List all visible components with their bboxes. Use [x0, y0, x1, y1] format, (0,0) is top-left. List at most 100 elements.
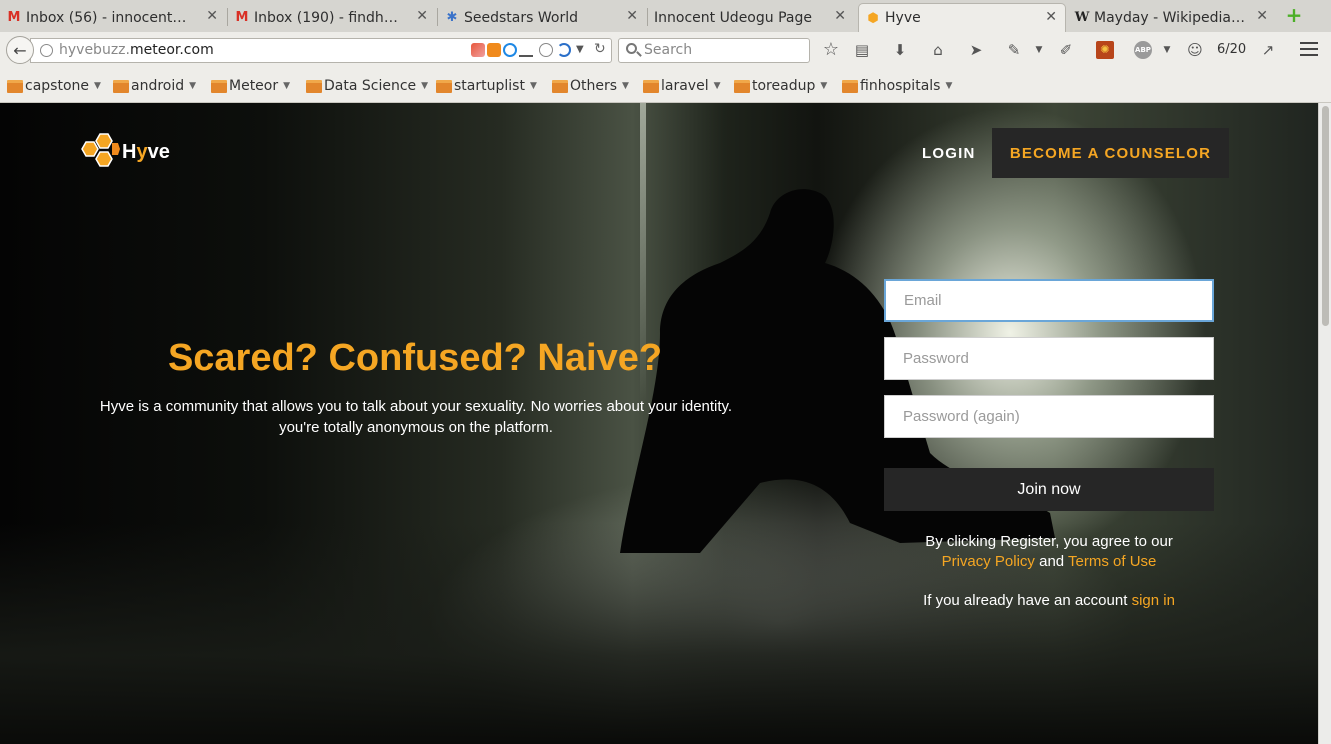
terms-text: By clicking Register, you agree to our — [925, 533, 1173, 550]
clock-icon[interactable] — [539, 43, 553, 57]
download-icon[interactable]: ⬇ — [891, 41, 909, 59]
eyedropper-icon[interactable]: ✎ — [1005, 41, 1023, 59]
scrollbar-thumb[interactable] — [1322, 106, 1329, 326]
tab-seedstars[interactable]: ✱ Seedstars World ✕ — [438, 3, 646, 32]
home-icon[interactable]: ⌂ — [929, 41, 947, 59]
chat-icon[interactable]: ☺ — [1186, 41, 1204, 59]
signin-prompt: If you already have an account sign in — [884, 592, 1214, 609]
chevron-down-icon: ▼ — [283, 81, 291, 91]
globe-icon — [40, 44, 53, 57]
gmail-icon: M — [235, 9, 249, 25]
folder-icon — [113, 79, 129, 93]
bookmark-label: Others — [570, 78, 618, 94]
bookmark-label: Data Science — [324, 78, 417, 94]
tab-strip: M Inbox (56) - innocent… ✕ M Inbox (190)… — [0, 0, 1331, 32]
chevron-down-icon: ▼ — [529, 81, 537, 91]
hamburger-menu-icon[interactable] — [1300, 42, 1318, 58]
arrow-left-icon: ← — [13, 40, 27, 60]
extension-icon[interactable] — [471, 43, 485, 57]
tab-mayday-wikipedia[interactable]: W Mayday - Wikipedia,… ✕ — [1068, 3, 1276, 32]
bookmark-label: android — [131, 78, 185, 94]
seedstars-icon: ✱ — [446, 9, 458, 25]
url-bar[interactable]: hyvebuzz.meteor.com ▼ ↻ — [30, 38, 612, 63]
tab-innocent-udeogu[interactable]: Innocent Udeogu Page ✕ — [648, 3, 854, 32]
bookmark-folder[interactable]: toreadup ▼ — [734, 78, 827, 94]
tab-label: Hyve — [885, 10, 921, 26]
privacy-policy-link[interactable]: Privacy Policy — [942, 553, 1035, 570]
chevron-down-icon: ▼ — [945, 81, 953, 91]
reload-icon[interactable]: ↻ — [594, 41, 606, 57]
close-icon[interactable]: ✕ — [1045, 9, 1057, 25]
bookmark-label: finhospitals — [860, 78, 941, 94]
power-icon[interactable] — [503, 43, 517, 57]
bookmark-star-icon[interactable]: ☆ — [822, 41, 840, 59]
gmail-icon: M — [7, 9, 21, 25]
bookmark-folder[interactable]: capstone ▼ — [7, 78, 101, 94]
login-link[interactable]: LOGIN — [922, 145, 976, 162]
reading-list-icon[interactable]: ▤ — [853, 41, 871, 59]
bookmark-folder[interactable]: Meteor ▼ — [211, 78, 290, 94]
email-field[interactable] — [884, 279, 1214, 322]
bookmark-folder[interactable]: android ▼ — [113, 78, 196, 94]
tab-inbox-findhospitals[interactable]: M Inbox (190) - findhos… ✕ — [228, 3, 436, 32]
dropdown-icon[interactable]: ▼ — [576, 43, 590, 57]
tab-label: Inbox (56) - innocent… — [26, 9, 187, 26]
dropdown-icon[interactable]: ▼ — [1158, 41, 1176, 59]
terms-of-use-link[interactable]: Terms of Use — [1068, 553, 1156, 570]
sign-in-link[interactable]: sign in — [1132, 592, 1175, 609]
dropdown-icon[interactable]: ▼ — [1030, 41, 1048, 59]
send-icon[interactable]: ➤ — [967, 41, 985, 59]
bookmark-folder[interactable]: startuplist ▼ — [436, 78, 537, 94]
terms-notice: By clicking Register, you agree to our P… — [884, 532, 1214, 572]
folder-icon — [842, 79, 858, 93]
page-scrollbar[interactable] — [1318, 103, 1331, 744]
tab-label: Inbox (190) - findhos… — [254, 9, 406, 26]
tab-hyve[interactable]: ⬢ Hyve ✕ — [858, 3, 1066, 32]
chevron-down-icon: ▼ — [713, 81, 721, 91]
join-now-button[interactable]: Join now — [884, 468, 1214, 511]
close-icon[interactable]: ✕ — [834, 8, 846, 24]
navigation-toolbar: hyvebuzz.meteor.com ▼ ↻ ← Search ☆ ▤ ⬇ ⌂… — [0, 32, 1331, 69]
password-field[interactable] — [884, 337, 1214, 380]
logo-wordmark: Hyve — [122, 140, 170, 163]
become-counselor-button[interactable]: BECOME A COUNSELOR — [992, 128, 1229, 178]
hero-section: Hyve LOGIN BECOME A COUNSELOR Scared? Co… — [0, 103, 1318, 744]
moon-icon[interactable] — [557, 43, 571, 57]
chevron-down-icon: ▼ — [622, 81, 629, 91]
search-bar[interactable]: Search — [618, 38, 810, 63]
tab-label: Seedstars World — [464, 9, 578, 26]
search-placeholder: Search — [644, 42, 693, 58]
folder-icon — [7, 79, 23, 93]
tab-count-badge: 6/20 — [1217, 42, 1247, 57]
terms-and-text: and — [1039, 553, 1065, 570]
password-confirm-field[interactable] — [884, 395, 1214, 438]
back-button[interactable]: ← — [6, 36, 34, 64]
close-icon[interactable]: ✕ — [206, 8, 218, 24]
wikipedia-icon: W — [1074, 9, 1090, 25]
bookmarks-bar: capstone ▼ android ▼ Meteor ▼ Data Science ▼… — [0, 69, 1331, 103]
hyve-favicon: ⬢ — [867, 10, 879, 26]
notepad-icon[interactable]: ✐ — [1057, 41, 1075, 59]
bookmark-label: laravel — [661, 78, 709, 94]
bookmark-folder[interactable]: Data Science ▼ — [306, 78, 428, 94]
bookmark-folder[interactable]: Others ▼ — [552, 78, 629, 94]
pin-icon[interactable]: ↗ — [1259, 41, 1277, 59]
tab-inbox-innocent[interactable]: M Inbox (56) - innocent… ✕ — [0, 3, 226, 32]
bookmark-label: capstone — [25, 78, 89, 94]
extension-badge-icon[interactable]: ✺ — [1096, 41, 1114, 59]
bookmark-folder[interactable]: laravel ▼ — [643, 78, 721, 94]
bookmark-folder[interactable]: finhospitals ▼ — [842, 78, 952, 94]
close-icon[interactable]: ✕ — [1256, 8, 1268, 24]
tab-label: Mayday - Wikipedia,… — [1094, 9, 1246, 26]
extension-icon[interactable] — [519, 43, 533, 57]
adblock-icon[interactable]: ABP — [1134, 41, 1152, 59]
close-icon[interactable]: ✕ — [626, 8, 638, 24]
new-tab-button[interactable]: + — [1285, 5, 1303, 25]
folder-icon — [734, 79, 750, 93]
signin-text: If you already have an account — [923, 592, 1128, 609]
folder-icon — [436, 79, 452, 93]
hyve-logo[interactable]: Hyve — [76, 130, 170, 174]
chevron-down-icon: ▼ — [94, 81, 101, 91]
close-icon[interactable]: ✕ — [416, 8, 428, 24]
analytics-icon[interactable] — [487, 43, 501, 57]
